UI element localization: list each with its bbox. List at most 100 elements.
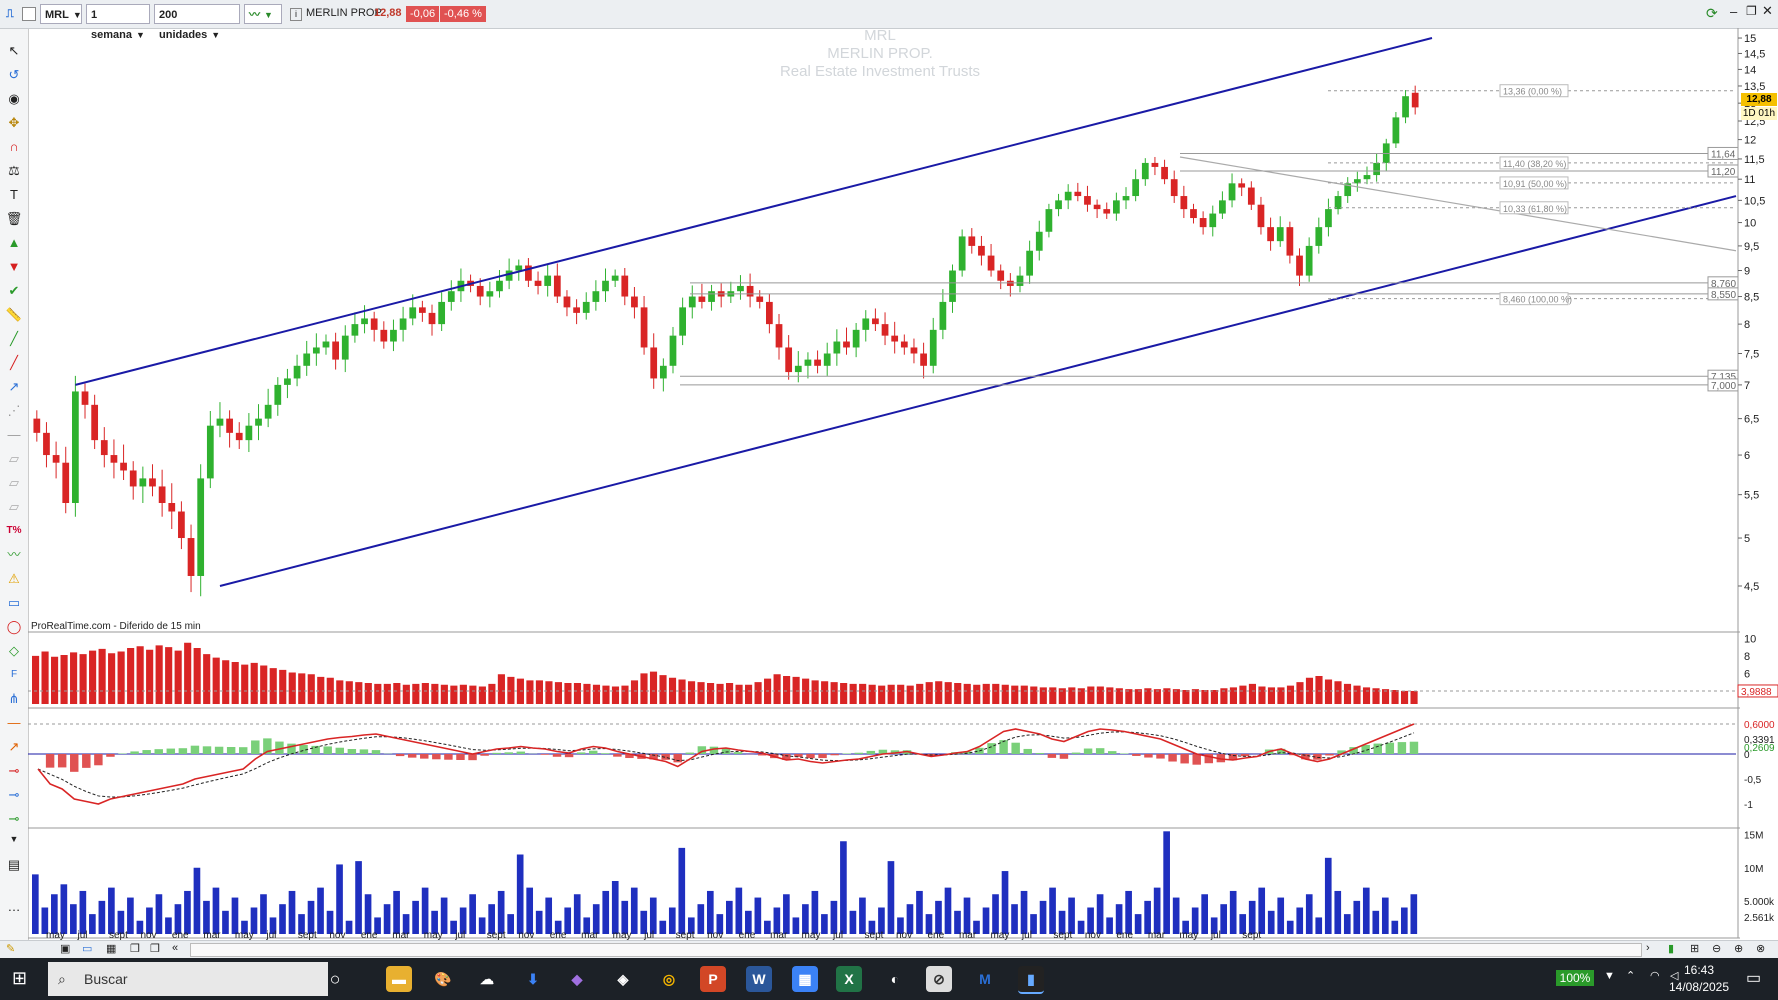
indicator-bar	[507, 676, 515, 704]
window-2-icon[interactable]: ❐	[150, 942, 160, 955]
source-note: ProRealTime.com - Diferido de 15 min	[31, 621, 201, 632]
candle-body	[1209, 213, 1217, 228]
brightness-icon[interactable]: ▼	[1604, 970, 1615, 982]
volume-bar	[79, 890, 87, 934]
candle-body	[1064, 191, 1072, 201]
macd-histogram-bar	[1325, 754, 1334, 756]
reset-zoom-icon[interactable]: ⊗	[1756, 942, 1765, 955]
tray-chevron-icon[interactable]: ⌃	[1626, 969, 1635, 982]
month-tick-label: may	[1179, 930, 1198, 940]
task-view-icon[interactable]: ○	[322, 966, 348, 992]
volume-bar	[345, 920, 353, 934]
paint-icon[interactable]: 🎨	[430, 966, 456, 992]
candle-body	[168, 503, 176, 512]
volume-bar	[1229, 890, 1237, 934]
volume-bar	[193, 867, 201, 934]
macd-histogram-bar	[1168, 754, 1177, 762]
clock-app-icon[interactable]: ◐	[882, 966, 908, 992]
indicator-bar	[440, 684, 448, 704]
chrome-icon[interactable]: ◎	[656, 966, 682, 992]
vpn-icon[interactable]: ⊘	[926, 966, 952, 992]
period-select[interactable]: 1 semana ▼	[86, 4, 150, 41]
zoom-out-icon[interactable]: ⊖	[1712, 942, 1721, 955]
volume-bars-icon[interactable]: ▮	[1668, 942, 1674, 955]
macd-histogram-bar	[1132, 754, 1141, 756]
candle-body	[1026, 250, 1033, 276]
prorealtime-icon[interactable]: ▮	[1018, 966, 1044, 994]
macd-histogram-bar	[1023, 748, 1032, 754]
refresh-icon[interactable]: ⟳	[1706, 5, 1718, 22]
units-select[interactable]: 200 unidades ▼	[154, 4, 240, 41]
candle-body	[129, 470, 137, 487]
candle-body	[659, 365, 667, 379]
mixer-icon[interactable]: ☁	[474, 966, 500, 992]
close-icon[interactable]: ✕	[1762, 3, 1773, 19]
volume-bar	[1001, 871, 1009, 934]
candle-body	[1055, 200, 1062, 210]
malwarebytes-icon[interactable]: M	[972, 966, 998, 992]
indicator-value-label: 3,9888	[1741, 687, 1772, 698]
candle-body	[958, 236, 966, 271]
download-icon[interactable]: ⬇	[520, 966, 546, 992]
zoom-fit-icon[interactable]: ⊞	[1690, 942, 1699, 955]
indicator-bar	[279, 669, 287, 704]
scroll-start-icon[interactable]: «	[172, 942, 178, 954]
horizontal-scrollbar[interactable]	[190, 943, 1642, 957]
candle-body	[553, 275, 561, 297]
lower-channel-line	[219, 195, 1737, 587]
minimize-icon[interactable]: –	[1730, 4, 1737, 19]
chart-type-select[interactable]: 〰 ▼	[244, 4, 282, 24]
top-toolbar: ⎍ MRL ▼ 1 semana ▼ 200 unidades ▼ 〰 ▼ i MERL…	[0, 0, 1778, 41]
indicator-bar	[1410, 690, 1418, 704]
symbol-select[interactable]: MRL ▼	[40, 4, 82, 24]
volume-bar	[1267, 910, 1275, 934]
candle-body	[370, 318, 378, 330]
wifi-icon[interactable]: ◠	[1650, 969, 1660, 982]
pencil-icon[interactable]: ✎	[6, 942, 15, 955]
powerpoint-icon[interactable]: P	[700, 966, 726, 992]
volume-bar	[1163, 831, 1170, 934]
location-icon[interactable]: ◈	[610, 966, 636, 992]
panel-icon[interactable]: ▣	[60, 942, 70, 955]
zoom-in-icon[interactable]: ⊕	[1734, 942, 1743, 955]
restore-icon[interactable]: ❐	[1746, 4, 1757, 18]
indicator-bar	[963, 683, 971, 704]
price-tick-label: 9	[1744, 266, 1750, 278]
chat-icon[interactable]: ▭	[82, 942, 92, 955]
zoom-level[interactable]: 100%	[1556, 970, 1594, 986]
macd-histogram-bar	[347, 749, 357, 754]
windows-start-icon[interactable]: ⊞	[12, 968, 27, 989]
chevron-down-icon: ▼	[264, 10, 273, 20]
candle-body	[573, 307, 580, 313]
price-tick-label: 15	[1744, 33, 1756, 45]
info-icon[interactable]: i	[290, 8, 302, 21]
window-icon[interactable]: ❐	[130, 942, 140, 955]
candle-body	[409, 307, 417, 319]
indicator-bar	[1096, 686, 1104, 704]
checkbox[interactable]	[22, 7, 36, 21]
candle-body	[399, 318, 407, 330]
windows-taskbar: ⊞ ⌕ Buscar ○ ▬ 🎨 ☁ ⬇ ◆ ◈ ◎ P W ▦ X ◐ ⊘ M…	[0, 958, 1778, 1000]
indicator-bar	[735, 684, 743, 704]
macd-histogram-bar	[1385, 742, 1395, 754]
grid-icon[interactable]: ▦	[106, 942, 116, 955]
price-tick-label: 14,5	[1744, 48, 1765, 60]
indicator-bar	[193, 648, 201, 704]
indicator-bar	[649, 671, 658, 704]
notifications-icon[interactable]: ▭	[1746, 968, 1761, 988]
excel-icon[interactable]: X	[836, 966, 862, 992]
volume-bar	[469, 894, 476, 934]
word-icon[interactable]: W	[746, 966, 772, 992]
macd-histogram-bar	[1156, 754, 1165, 759]
chart-area[interactable]: 13,36 (0,00 %) 11,40 (38,20 %) 10,91 (50,0…	[0, 28, 1778, 940]
indicator-bar	[840, 683, 848, 704]
candle-body	[1190, 209, 1197, 219]
taskbar-search[interactable]: ⌕ Buscar	[48, 962, 328, 996]
file-explorer-icon[interactable]: ▬	[386, 966, 412, 992]
volume-bar	[1296, 907, 1304, 934]
calendar-icon[interactable]: ▦	[792, 966, 818, 992]
volume-bar	[726, 900, 733, 934]
gem-icon[interactable]: ◆	[564, 966, 590, 992]
scroll-end-icon[interactable]: ›	[1646, 942, 1650, 954]
chart-settings-icon[interactable]: ⎍	[2, 4, 18, 24]
